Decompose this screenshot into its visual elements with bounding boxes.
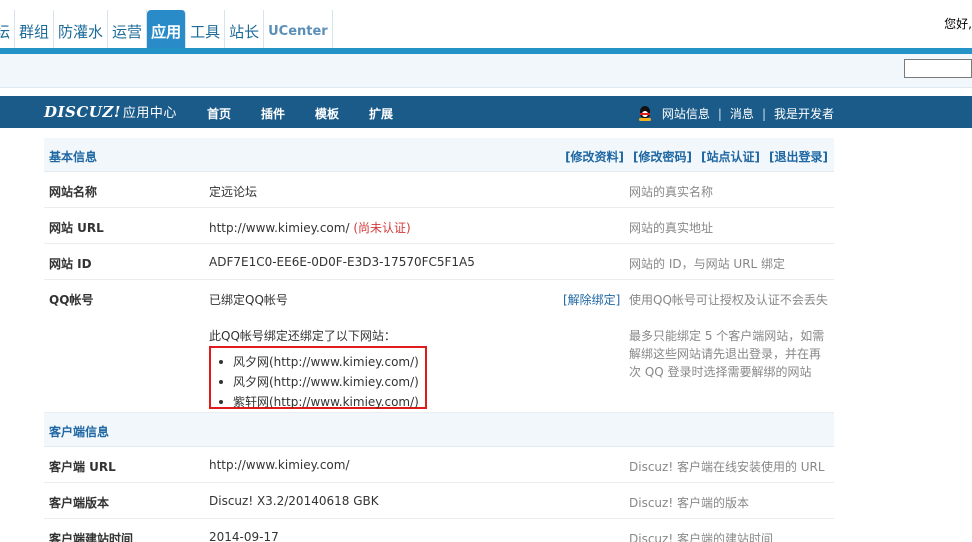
row-desc: 网站的真实名称 [629, 185, 714, 199]
tab-operations[interactable]: 运营 [108, 10, 148, 50]
row-key: 网站 URL [49, 221, 104, 235]
list-item: 风夕网(http://www.kimiey.com/) [219, 372, 425, 392]
menu-templates[interactable]: 模板 [315, 105, 339, 122]
bound-sites-intro: 此QQ帐号绑定还绑定了以下网站： [209, 329, 396, 343]
basic-info-actions: [修改资料] [修改密码] [站点认证] [退出登录] [565, 148, 828, 165]
tab-apps[interactable]: 应用 [147, 10, 187, 50]
qq-penguin-icon [638, 106, 652, 121]
info-panel: 基本信息 [修改资料] [修改密码] [站点认证] [退出登录] 网站名称 定远… [44, 138, 834, 542]
logout-link[interactable]: [退出登录] [769, 148, 828, 165]
tab-anti-spam[interactable]: 防灌水 [54, 10, 109, 50]
admin-tabs: 坛 群组 防灌水 运营 应用 工具 站长 UCenter [0, 10, 333, 50]
row-value: http://www.kimiey.com/ [209, 458, 350, 472]
logo-subtitle: 应用中心 [122, 106, 177, 121]
menu-extensions[interactable]: 扩展 [369, 105, 393, 122]
row-site-name: 网站名称 定远论坛 网站的真实名称 [44, 172, 834, 208]
separator: | [761, 106, 766, 121]
row-value: 已绑定QQ帐号 [209, 293, 288, 307]
bullet-icon [219, 360, 223, 364]
bound-site-text: 风夕网(http://www.kimiey.com/) [233, 355, 419, 369]
client-info-title: 客户端信息 [49, 425, 110, 439]
bullet-icon [219, 380, 223, 384]
row-key: 客户端 URL [49, 460, 116, 474]
unbind-link[interactable]: [解除绑定] [563, 291, 620, 308]
tab-groups[interactable]: 群组 [15, 10, 55, 50]
tab-ucenter[interactable]: UCenter [264, 10, 333, 50]
row-value: 定远论坛 [209, 185, 258, 199]
row-desc: Discuz! 客户端的建站时间 [629, 532, 773, 542]
client-info-header: 客户端信息 [44, 413, 834, 447]
tab-forum[interactable]: 坛 [0, 10, 16, 50]
edit-profile-link[interactable]: [修改资料] [565, 148, 624, 165]
list-item: 风夕网(http://www.kimiey.com/) [219, 352, 425, 372]
link-developer[interactable]: 我是开发者 [774, 105, 834, 122]
tab-tools[interactable]: 工具 [186, 10, 226, 50]
list-item: 紫轩网(http://www.kimiey.com/) [219, 392, 425, 412]
row-value: 2014-09-17 [209, 530, 279, 542]
bullet-icon [219, 400, 223, 404]
row-value: ADF7E1C0-EE6E-0D0F-E3D3-17570FC5F1A5 [209, 255, 475, 269]
logo-text: DISCUZ! [44, 103, 121, 121]
discuz-logo[interactable]: DISCUZ! 应用中心 [44, 102, 177, 121]
basic-info-title: 基本信息 [49, 150, 98, 164]
unverified-badge: (尚未认证) [353, 221, 411, 235]
link-site-info[interactable]: 网站信息 [662, 105, 710, 122]
row-desc: 网站的真实地址 [629, 221, 714, 235]
greeting-text: 您好, [944, 17, 972, 31]
tab-webmaster[interactable]: 站长 [225, 10, 265, 50]
row-key: 客户端版本 [49, 496, 110, 510]
admin-top-nav: 坛 群组 防灌水 运营 应用 工具 站长 UCenter 您好, [0, 0, 972, 58]
row-desc: Discuz! 客户端在线安装使用的 URL [629, 460, 825, 474]
bound-limit-desc: 最多只能绑定 5 个客户端网站，如需解绑这些网站请先退出登录，并在再次 QQ 登… [629, 329, 825, 379]
change-password-link[interactable]: [修改密码] [633, 148, 692, 165]
row-qq-account: QQ帐号 已绑定QQ帐号 [解除绑定] 使用QQ帐号可让授权及认证不会丢失 此Q… [44, 280, 834, 413]
app-menu: 首页 插件 模板 扩展 [207, 105, 393, 122]
row-value: http://www.kimiey.com/ (尚未认证) [209, 219, 411, 236]
header-right-links: 网站信息 | 消息 | 我是开发者 [638, 105, 834, 122]
site-url-value: http://www.kimiey.com/ [209, 221, 350, 235]
link-messages[interactable]: 消息 [730, 105, 754, 122]
app-center-header: DISCUZ! 应用中心 首页 插件 模板 扩展 网站信息 | 消息 | 我是开发… [0, 96, 972, 128]
row-site-id: 网站 ID ADF7E1C0-EE6E-0D0F-E3D3-17570FC5F1… [44, 244, 834, 280]
search-input[interactable] [904, 59, 972, 78]
bound-sites-list: 风夕网(http://www.kimiey.com/) 风夕网(http://w… [209, 346, 427, 409]
row-value: Discuz! X3.2/20140618 GBK [209, 494, 379, 508]
row-desc: Discuz! 客户端的版本 [629, 496, 749, 510]
separator: | [717, 106, 722, 121]
menu-plugins[interactable]: 插件 [261, 105, 285, 122]
row-client-version: 客户端版本 Discuz! X3.2/20140618 GBK Discuz! … [44, 483, 834, 519]
row-site-url: 网站 URL http://www.kimiey.com/ (尚未认证) 网站的… [44, 208, 834, 244]
basic-info-header: 基本信息 [修改资料] [修改密码] [站点认证] [退出登录] [44, 138, 834, 172]
row-key: 客户端建站时间 [49, 532, 134, 542]
menu-home[interactable]: 首页 [207, 105, 231, 122]
row-desc: 使用QQ帐号可让授权及认证不会丢失 [629, 293, 828, 307]
sub-nav-bar [0, 54, 972, 88]
bound-site-text: 紫轩网(http://www.kimiey.com/) [233, 395, 419, 409]
bound-site-text: 风夕网(http://www.kimiey.com/) [233, 375, 419, 389]
row-key: 网站名称 [49, 185, 98, 199]
row-key: QQ帐号 [49, 293, 94, 307]
row-client-url: 客户端 URL http://www.kimiey.com/ Discuz! 客… [44, 447, 834, 483]
site-verify-link[interactable]: [站点认证] [701, 148, 760, 165]
row-key: 网站 ID [49, 257, 92, 271]
row-client-created: 客户端建站时间 2014-09-17 Discuz! 客户端的建站时间 [44, 519, 834, 542]
row-desc: 网站的 ID，与网站 URL 绑定 [629, 257, 786, 271]
